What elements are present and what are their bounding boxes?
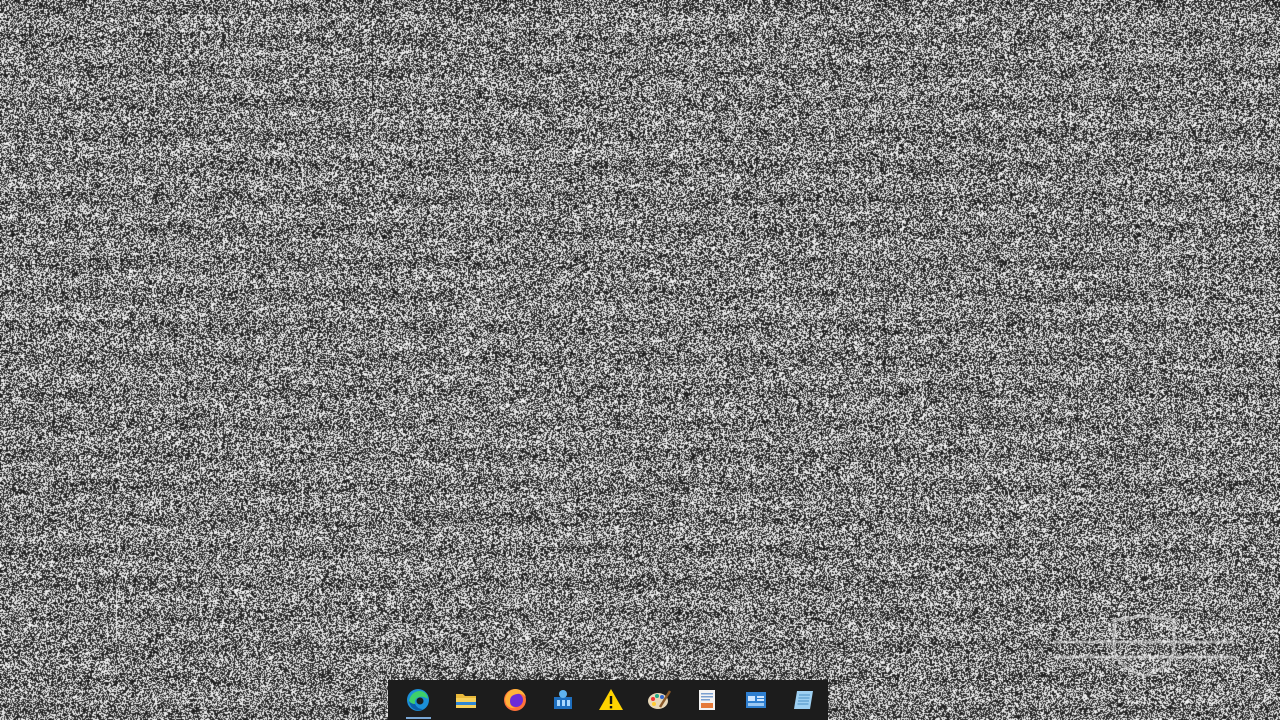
document-icon [699,690,716,710]
palette-icon [648,690,672,709]
warning-icon [598,689,623,710]
taskbar-button-firefox[interactable] [490,680,538,720]
taskbar [388,680,828,720]
folder-icon [456,694,477,708]
taskbar-button-notepad[interactable] [780,680,828,720]
taskbar-button-blue-app[interactable] [539,680,587,720]
notepad-icon [793,691,813,709]
window-icon [745,692,766,708]
taskbar-button-file-explorer[interactable] [442,680,490,720]
edge-icon [407,689,430,711]
desktop[interactable] [0,0,1280,720]
taskbar-button-window[interactable] [732,680,780,720]
taskbar-button-edge[interactable] [394,680,442,720]
running-indicator [406,717,431,719]
shield-watermark-icon [1054,614,1234,678]
taskbar-button-document[interactable] [683,680,731,720]
blue-app-icon [553,690,572,709]
taskbar-button-warning[interactable] [587,680,635,720]
firefox-icon [503,689,526,711]
taskbar-button-paint[interactable] [635,680,683,720]
